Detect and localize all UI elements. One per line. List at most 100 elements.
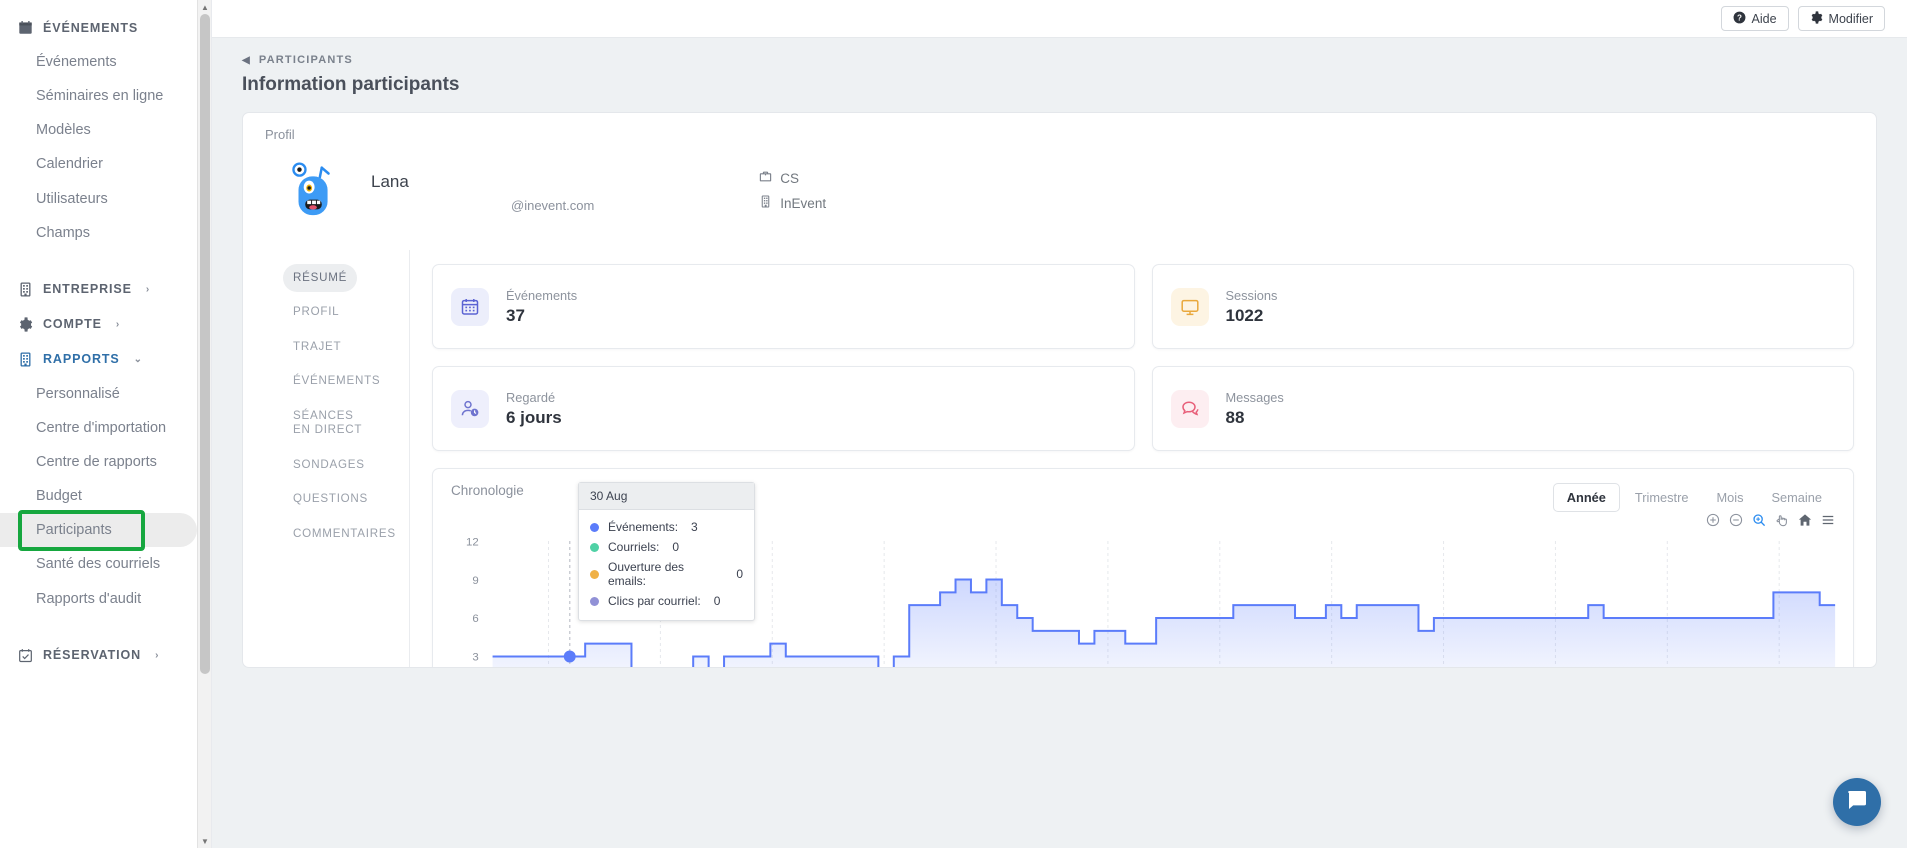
- stat-label: Messages: [1225, 389, 1284, 405]
- sidebar-item-centre-d-importation[interactable]: Centre d'importation: [0, 411, 197, 445]
- avatar: [283, 158, 345, 220]
- checkbox-calendar-icon: [18, 648, 33, 663]
- panel-body: RÉSUMÉ PROFIL TRAJET ÉVÉNEMENTS SÉANCES EN D…: [243, 250, 1876, 667]
- sidebar-group-reservation[interactable]: RÉSERVATION ›: [0, 638, 197, 673]
- vtab-wrapper: PROFIL: [283, 298, 409, 332]
- scrollbar-thumb[interactable]: [200, 14, 210, 674]
- sidebar-item-v-nements[interactable]: Événements: [0, 45, 197, 79]
- stat-label: Événements: [506, 287, 578, 303]
- stat-text: Regardé 6 jours: [506, 390, 562, 428]
- chat-icon: [1170, 389, 1209, 428]
- zoom-in-icon[interactable]: [1706, 513, 1720, 527]
- sidebar-item-mod-les[interactable]: Modèles: [0, 113, 197, 147]
- sidebar-group-rapports[interactable]: RAPPORTS ⌄: [0, 342, 197, 377]
- vtab-wrapper: TRAJET: [283, 333, 409, 367]
- series-color-dot: [590, 569, 599, 579]
- tooltip-series-value: 0: [736, 567, 743, 581]
- sidebar-group-entreprise[interactable]: ENTREPRISE ›: [0, 272, 197, 307]
- breadcrumb-label[interactable]: PARTICIPANTS: [259, 54, 353, 66]
- tab-questions[interactable]: QUESTIONS: [283, 485, 378, 513]
- page-content: ◀ PARTICIPANTS Information participants …: [212, 38, 1907, 848]
- tooltip-series-label: Clics par courriel:: [608, 594, 701, 608]
- sidebar-item-centre-de-rapports[interactable]: Centre de rapports: [0, 445, 197, 479]
- participant-company: InEvent: [759, 195, 826, 211]
- pan-icon[interactable]: [1775, 513, 1789, 527]
- tab-trajet[interactable]: TRAJET: [283, 333, 351, 361]
- menu-icon[interactable]: [1821, 513, 1835, 527]
- help-button[interactable]: ? Aide: [1720, 6, 1789, 31]
- vtab-wrapper: SONDAGES: [283, 451, 409, 485]
- chevron-right-icon[interactable]: ›: [116, 319, 120, 330]
- stat-card-sessions: Sessions 1022: [1151, 264, 1854, 349]
- edit-button[interactable]: Modifier: [1797, 6, 1885, 31]
- tooltip-series-label: Ouverture des emails:: [608, 560, 685, 588]
- chart-toolbar: [1706, 513, 1835, 527]
- range-tab-trimestre[interactable]: Trimestre: [1622, 484, 1702, 511]
- range-tab-semaine[interactable]: Semaine: [1758, 484, 1835, 511]
- sidebar-group-evenements[interactable]: ÉVÉNEMENTS: [0, 10, 197, 45]
- building-icon: [759, 195, 772, 211]
- tooltip-series-value: 0: [713, 594, 721, 608]
- sidebar-group-label: COMPTE: [43, 317, 102, 332]
- stat-cards-grid: Événements 37 Sessions 1022 Regardé 6 jours Me…: [432, 264, 1854, 451]
- chevron-right-icon[interactable]: ›: [155, 650, 159, 661]
- stat-value: 37: [506, 305, 525, 325]
- sidebar-item-calendrier[interactable]: Calendrier: [0, 147, 197, 181]
- sidebar-item-utilisateurs[interactable]: Utilisateurs: [0, 182, 197, 216]
- user-clock-icon: [451, 389, 489, 428]
- participant-email: @inevent.com: [511, 198, 595, 213]
- gear-icon: [18, 317, 33, 332]
- tooltip-series-label: Événements:: [608, 520, 679, 534]
- tab-commentaires[interactable]: COMMENTAIRES: [283, 520, 406, 548]
- sidebar-item-participants[interactable]: Participants: [0, 513, 197, 548]
- tab-sondages[interactable]: SONDAGES: [283, 451, 375, 479]
- scroll-up-arrow-icon[interactable]: ▲: [198, 0, 212, 14]
- tooltip-date: 30 Aug: [579, 483, 754, 510]
- chat-widget-button[interactable]: [1833, 778, 1881, 826]
- tab-r-sum[interactable]: RÉSUMÉ: [283, 264, 358, 293]
- tab-profil[interactable]: PROFIL: [283, 298, 349, 326]
- sidebar-item-champs[interactable]: Champs: [0, 216, 197, 250]
- sidebar-item-budget[interactable]: Budget: [0, 479, 197, 513]
- back-arrow-icon[interactable]: ◀: [242, 55, 251, 66]
- sidebar-scroll-area: ÉVÉNEMENTS Événements Séminaires en ligne M…: [0, 0, 197, 848]
- participant-name: Lana: [371, 172, 409, 191]
- chevron-right-icon[interactable]: ›: [146, 284, 150, 295]
- stat-card-regard: Regardé 6 jours: [432, 366, 1135, 451]
- sidebar: ÉVÉNEMENTS Événements Séminaires en ligne M…: [0, 0, 212, 848]
- selection-zoom-icon[interactable]: [1752, 513, 1766, 527]
- participant-company-value: InEvent: [780, 195, 827, 211]
- tooltip-series-value: 3: [691, 520, 698, 534]
- zoom-out-icon[interactable]: [1729, 513, 1743, 527]
- stat-card-messages: Messages 88: [1151, 366, 1854, 451]
- breadcrumb[interactable]: ◀ PARTICIPANTS: [242, 50, 1877, 68]
- sidebar-item-rapports-d-audit[interactable]: Rapports d'audit: [0, 582, 197, 616]
- vtab-wrapper: SÉANCES EN DIRECT: [283, 402, 409, 451]
- profile-tabs: RÉSUMÉ PROFIL TRAJET ÉVÉNEMENTS SÉANCES EN D…: [265, 250, 410, 667]
- tab-v-nements[interactable]: ÉVÉNEMENTS: [283, 367, 390, 395]
- calendar-icon: [18, 20, 33, 35]
- sidebar-group-label: ENTREPRISE: [43, 282, 132, 297]
- sidebar-item-personnalis[interactable]: Personnalisé: [0, 377, 197, 411]
- sidebar-item-sant-des-courriels[interactable]: Santé des courriels: [0, 547, 197, 581]
- participant-meta-list: CS InEvent: [759, 170, 826, 211]
- stat-label: Regardé: [506, 389, 556, 405]
- scroll-down-arrow-icon[interactable]: ▼: [198, 834, 212, 848]
- sidebar-group-compte[interactable]: COMPTE ›: [0, 307, 197, 342]
- home-reset-icon[interactable]: [1798, 513, 1812, 527]
- tab-s-ances-en-direct[interactable]: SÉANCES EN DIRECT: [283, 402, 383, 445]
- sidebar-scrollbar[interactable]: ▲ ▼: [197, 0, 211, 848]
- tooltip-series-value: 0: [672, 540, 680, 554]
- stat-card-v-nements: Événements 37: [432, 264, 1135, 349]
- top-toolbar: ? Aide Modifier: [212, 0, 1907, 38]
- sidebar-item-s-minaires-en-ligne[interactable]: Séminaires en ligne: [0, 79, 197, 113]
- range-tab-ann-e[interactable]: Année: [1552, 483, 1620, 512]
- participant-role-value: CS: [780, 170, 800, 186]
- stat-value: 6 jours: [506, 407, 562, 427]
- profile-section-label: Profil: [265, 127, 295, 142]
- stat-value: 88: [1225, 407, 1245, 427]
- range-tab-mois[interactable]: Mois: [1703, 484, 1756, 511]
- building-icon: [18, 352, 33, 367]
- chevron-down-icon[interactable]: ⌄: [134, 354, 143, 365]
